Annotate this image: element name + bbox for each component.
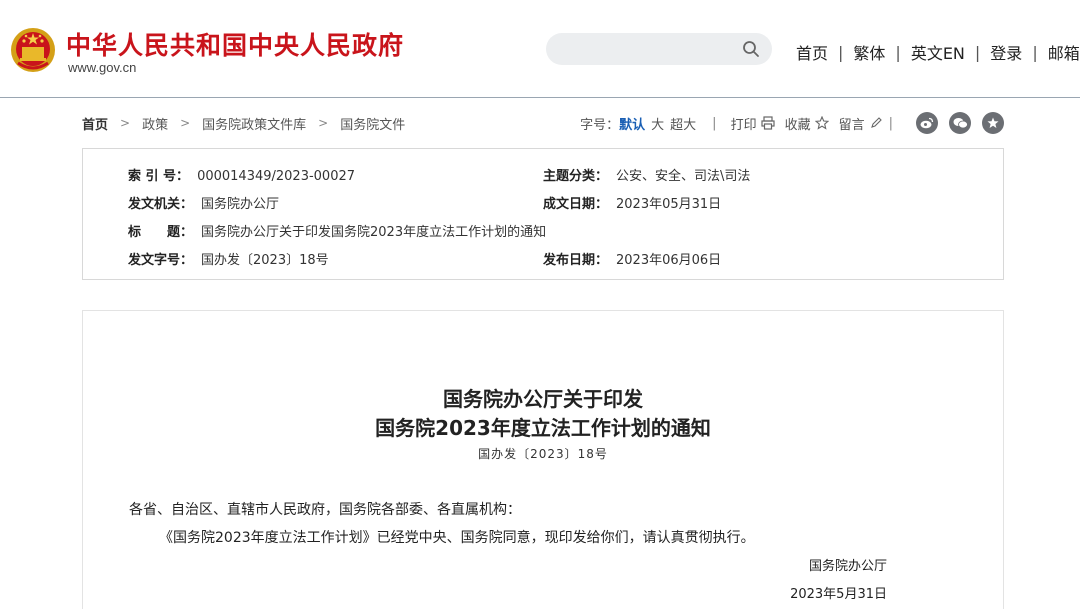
favorite-button[interactable]: 收藏 <box>785 114 811 133</box>
document-title-line-2: 国务院2023年度立法工作计划的通知 <box>375 416 711 440</box>
chevron-right-icon: > <box>318 116 329 130</box>
document-metadata: 索 引 号： 000014349/2023-00027 主题分类： 公安、安全、司法… <box>82 148 1004 280</box>
national-emblem-icon[interactable] <box>10 27 56 73</box>
breadcrumb: 首页 > 政策 > 国务院政策文件库 > 国务院文件 字号： 默认 大 超大 |… <box>82 110 1004 136</box>
nav-login-link[interactable]: 登录 <box>990 40 1022 64</box>
topic-label: 主题分类： <box>543 169 609 184</box>
nav-divider: | <box>1032 42 1038 62</box>
comment-button[interactable]: 留言 <box>839 114 865 133</box>
document-body: 国务院办公厅关于印发 国务院2023年度立法工作计划的通知 国办发〔2023〕1… <box>82 310 1004 609</box>
publish-date-value: 2023年06月06日 <box>616 253 722 268</box>
written-date-label: 成文日期： <box>543 197 609 212</box>
star-outline-icon[interactable] <box>814 116 829 130</box>
top-nav: 首页 | 繁体 | 英文EN | 登录 | 邮箱 <box>796 40 1080 64</box>
metadata-publish-date: 发布日期： 2023年06月06日 <box>543 249 721 268</box>
nav-home-link[interactable]: 首页 <box>796 40 828 64</box>
weibo-icon[interactable] <box>916 112 938 134</box>
printer-icon[interactable] <box>760 116 775 130</box>
metadata-doc-number: 发文字号： 国办发〔2023〕18号 <box>128 249 329 268</box>
nav-divider: | <box>974 42 981 62</box>
nav-traditional-link[interactable]: 繁体 <box>853 40 885 64</box>
site-title[interactable]: 中华人民共和国中央人民政府 <box>66 26 404 62</box>
nav-divider: | <box>838 42 844 62</box>
nav-english-link[interactable]: 英文EN <box>911 40 965 64</box>
metadata-title: 标 题： 国务院办公厅关于印发国务院2023年度立法工作计划的通知 <box>128 221 546 240</box>
wechat-icon[interactable] <box>949 112 971 134</box>
metadata-issuer: 发文机关： 国务院办公厅 <box>128 193 279 212</box>
search-input[interactable] <box>546 33 772 65</box>
pencil-icon[interactable] <box>869 116 883 130</box>
star-icon[interactable] <box>982 112 1004 134</box>
document-date: 2023年5月31日 <box>790 587 887 602</box>
breadcrumb-item-home[interactable]: 首页 <box>82 114 108 133</box>
chevron-right-icon: > <box>180 116 191 130</box>
written-date-value: 2023年05月31日 <box>616 197 722 212</box>
nav-mail-link[interactable]: 邮箱 <box>1048 40 1080 64</box>
tools-divider: | <box>888 115 893 131</box>
issuer-value: 国务院办公厅 <box>201 197 280 212</box>
document-number: 国办发〔2023〕18号 <box>478 447 608 461</box>
print-button[interactable]: 打印 <box>731 114 757 133</box>
search-icon[interactable] <box>742 40 760 58</box>
document-signature: 国务院办公厅 <box>808 559 887 574</box>
font-size-large-button[interactable]: 大 <box>651 114 664 133</box>
title-value: 国务院办公厅关于印发国务院2023年度立法工作计划的通知 <box>201 225 547 240</box>
chevron-right-icon: > <box>120 116 131 130</box>
site-header: 中华人民共和国中央人民政府 www.gov.cn 首页 | 繁体 | 英文EN … <box>0 0 1080 98</box>
site-domain: www.gov.cn <box>68 60 137 75</box>
nav-divider: | <box>895 42 901 62</box>
breadcrumb-item-state-council-docs[interactable]: 国务院文件 <box>340 114 405 133</box>
index-value: 000014349/2023-00027 <box>197 169 356 184</box>
font-size-default-button[interactable]: 默认 <box>619 114 645 133</box>
publish-date-label: 发布日期： <box>543 253 609 268</box>
issuer-label: 发文机关： <box>128 197 194 212</box>
breadcrumb-item-policy-library[interactable]: 国务院政策文件库 <box>202 114 306 133</box>
doc-number-label: 发文字号： <box>128 253 194 268</box>
metadata-topic: 主题分类： 公安、安全、司法\司法 <box>543 165 750 184</box>
document-paragraph: 《国务院2023年度立法工作计划》已经党中央、国务院同意，现印发给你们，请认真贯… <box>159 530 755 546</box>
page-tools: 字号： 默认 大 超大 | 打印 收藏 留言 | <box>580 110 1004 136</box>
font-size-label: 字号： <box>580 117 620 133</box>
doc-number-value: 国办发〔2023〕18号 <box>201 253 329 268</box>
metadata-written-date: 成文日期： 2023年05月31日 <box>543 193 721 212</box>
document-salutation: 各省、自治区、直辖市人民政府，国务院各部委、各直属机构： <box>129 502 521 518</box>
document-title-line-1: 国务院办公厅关于印发 <box>443 387 643 411</box>
font-size-xlarge-button[interactable]: 超大 <box>670 114 696 133</box>
index-label: 索 引 号： <box>128 169 190 184</box>
tools-divider: | <box>712 115 717 131</box>
topic-value: 公安、安全、司法\司法 <box>616 169 751 184</box>
metadata-index: 索 引 号： 000014349/2023-00027 <box>128 165 355 184</box>
breadcrumb-item-policy[interactable]: 政策 <box>142 114 168 133</box>
title-label: 标 题： <box>128 225 194 240</box>
